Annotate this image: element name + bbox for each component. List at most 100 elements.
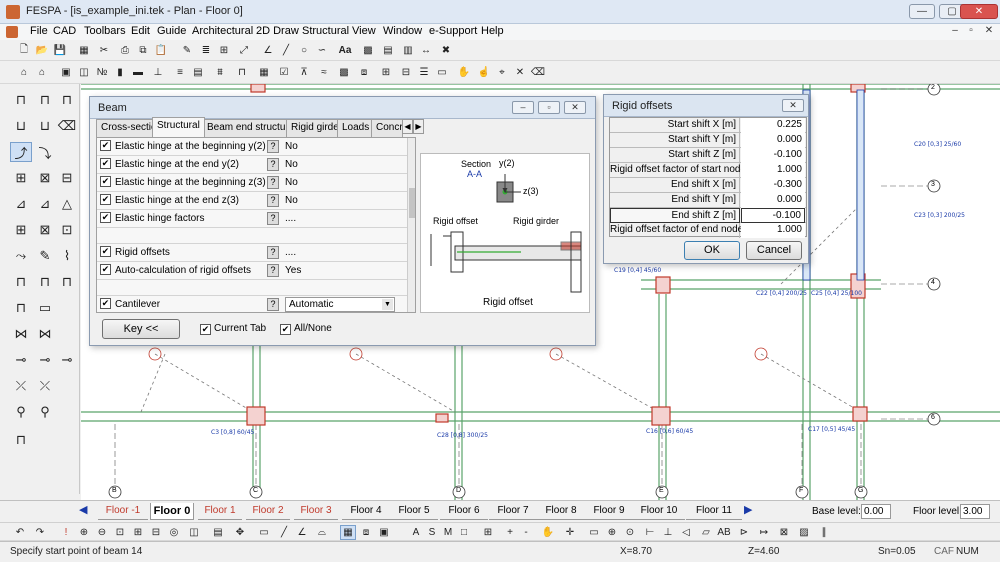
osnap-box-icon[interactable]: □ [456, 525, 472, 540]
beam-tag-icon[interactable]: ⌇ [56, 246, 78, 266]
monitor-icon[interactable]: ▭ [34, 298, 56, 318]
polyline-icon[interactable]: ∠ [260, 43, 276, 58]
floor-tab-8[interactable]: Floor 8 [537, 503, 585, 520]
cancel-button[interactable]: Cancel [746, 241, 802, 260]
offset-value-input[interactable]: -0.100 [741, 148, 805, 163]
cantilever-select[interactable]: Automatic ▼ [285, 297, 395, 312]
menu-structural[interactable]: Structural [302, 25, 349, 37]
property-checkbox[interactable]: ✔ [100, 140, 111, 151]
pencil-icon[interactable]: ✎ [34, 246, 56, 266]
memo-icon[interactable]: ▭ [434, 65, 450, 80]
release-edit-icon[interactable]: ⤫ [34, 376, 56, 396]
zoom-previous-icon[interactable]: ⊟ [148, 525, 164, 540]
current-tab-checkbox[interactable]: ✔ [200, 324, 211, 335]
floor-tab-9[interactable]: Floor 9 [585, 503, 633, 520]
release-icon[interactable]: ⤫ [10, 376, 32, 396]
app-menu-icon[interactable] [6, 26, 18, 38]
base-level-field[interactable]: 0.00 [861, 504, 891, 519]
help-button[interactable]: ? [267, 246, 279, 259]
cad-icon[interactable]: ▦ [76, 43, 92, 58]
osnap-grid-icon[interactable]: ⊞ [480, 525, 496, 540]
offset-value-input[interactable]: -0.300 [741, 178, 805, 193]
snap-quadrant-icon[interactable]: ⊳ [736, 525, 752, 540]
osnap-plus-icon[interactable]: + [502, 525, 518, 540]
floor-tab-10[interactable]: Floor 10 [633, 503, 685, 520]
zoom-all-icon[interactable]: ◫ [186, 525, 202, 540]
layers-icon[interactable]: ≣ [198, 43, 214, 58]
beam-path-icon[interactable]: ⤳ [10, 246, 32, 266]
menu-file[interactable]: File [30, 25, 48, 37]
drawings-icon[interactable]: ⊞ [378, 65, 394, 80]
floor-icon[interactable]: ⌂ [16, 65, 32, 80]
zoom-out-icon[interactable]: ⊖ [94, 525, 110, 540]
property-checkbox[interactable]: ✔ [100, 194, 111, 205]
save-icon[interactable]: 💾 [52, 43, 68, 58]
pen-icon[interactable]: ✎ [179, 43, 195, 58]
help-button[interactable]: ? [267, 158, 279, 171]
probe-icon[interactable]: ⚲ [10, 402, 32, 422]
beam-icon[interactable]: ▬ [130, 65, 146, 80]
floor-scroll-left-icon[interactable]: ◀ [79, 503, 87, 516]
stair-icon[interactable]: ⩩ [212, 65, 228, 80]
probe-edit-icon[interactable]: ⚲ [34, 402, 56, 422]
help-button[interactable]: ? [267, 194, 279, 207]
table-icon[interactable]: ▥ [400, 43, 416, 58]
zoom-in-icon[interactable]: ⊕ [76, 525, 92, 540]
column-icon[interactable]: ▮ [112, 65, 128, 80]
transform-icon[interactable]: ⤢ [236, 43, 252, 58]
select-icon[interactable]: ⌖ [494, 65, 510, 80]
alert-icon[interactable]: ! [58, 525, 74, 540]
angle-icon[interactable]: ∠ [294, 525, 310, 540]
block-icon[interactable]: ▤ [380, 43, 396, 58]
beam-dialog-maximize-button[interactable]: ▫ [538, 101, 560, 114]
check-icon[interactable]: ☑ [276, 65, 292, 80]
property-value[interactable]: .... [285, 247, 296, 258]
hinge-icon[interactable]: ⋈ [10, 324, 32, 344]
offset-value-input[interactable]: 1.000 [741, 223, 805, 238]
portal-icon[interactable]: ⊓ [10, 298, 32, 318]
pan-hand-icon[interactable]: ✋ [456, 65, 472, 80]
cross-beam-icon[interactable]: ⊠ [34, 220, 56, 240]
tab-loads[interactable]: Loads [337, 119, 375, 137]
property-value[interactable]: Yes [285, 265, 301, 276]
minimize-button[interactable]: — [909, 4, 935, 19]
undo-icon[interactable]: ↶ [12, 525, 28, 540]
print-icon[interactable]: ⎙ [117, 43, 133, 58]
beam-join-icon[interactable]: ⊔ [34, 116, 56, 136]
tie-beam-icon[interactable]: ⊓ [34, 272, 56, 292]
scrollbar-thumb[interactable] [409, 188, 415, 218]
frame-icon[interactable]: ⊓ [234, 65, 250, 80]
dimension-icon[interactable]: ↔ [418, 43, 434, 58]
tab-structural[interactable]: Structural [152, 117, 205, 137]
close-button[interactable]: ✕ [960, 4, 998, 19]
help-button[interactable]: ? [267, 264, 279, 277]
view-render-icon[interactable]: ▣ [376, 525, 392, 540]
frame-move-icon[interactable]: ⊠ [34, 168, 56, 188]
snap-perp-icon[interactable]: ⊥ [660, 525, 676, 540]
brace-edit-icon[interactable]: ⊿ [34, 194, 56, 214]
key-button[interactable]: Key << [102, 319, 180, 339]
eraser-icon[interactable]: ⌫ [56, 116, 78, 136]
property-value[interactable]: No [285, 177, 298, 188]
snap-center-icon[interactable]: ⊙ [622, 525, 638, 540]
property-checkbox[interactable]: ✔ [100, 212, 111, 223]
foundation-icon[interactable]: ⊓ [10, 272, 32, 292]
new-file-icon[interactable]: 🗋 [16, 43, 32, 58]
snap-parallel-icon[interactable]: ∥ [816, 525, 832, 540]
paste-icon[interactable]: 📋 [153, 43, 169, 58]
floor-tab-4[interactable]: Floor 4 [342, 503, 390, 520]
snap-intersection-icon[interactable]: ⊠ [776, 525, 792, 540]
numbering-icon[interactable]: № [94, 65, 110, 80]
offset-value-input[interactable]: -0.100 [741, 208, 805, 223]
snap-tangent-icon[interactable]: ◁ [678, 525, 694, 540]
cursor-hand-icon[interactable]: ✋ [540, 525, 556, 540]
measure-icon[interactable]: ╱ [276, 525, 292, 540]
circle-icon[interactable]: ○ [296, 43, 312, 58]
reports-icon[interactable]: ⊟ [398, 65, 414, 80]
beam-axis-icon[interactable]: ⊓ [10, 430, 32, 450]
offset-value-input[interactable]: 0.000 [741, 193, 805, 208]
slab-icon[interactable]: ⊥ [150, 65, 166, 80]
menu-architectural[interactable]: Architectural [192, 25, 253, 37]
frame-add-icon[interactable]: ⊞ [10, 168, 32, 188]
doc-close-button[interactable]: ✕ [982, 25, 996, 37]
